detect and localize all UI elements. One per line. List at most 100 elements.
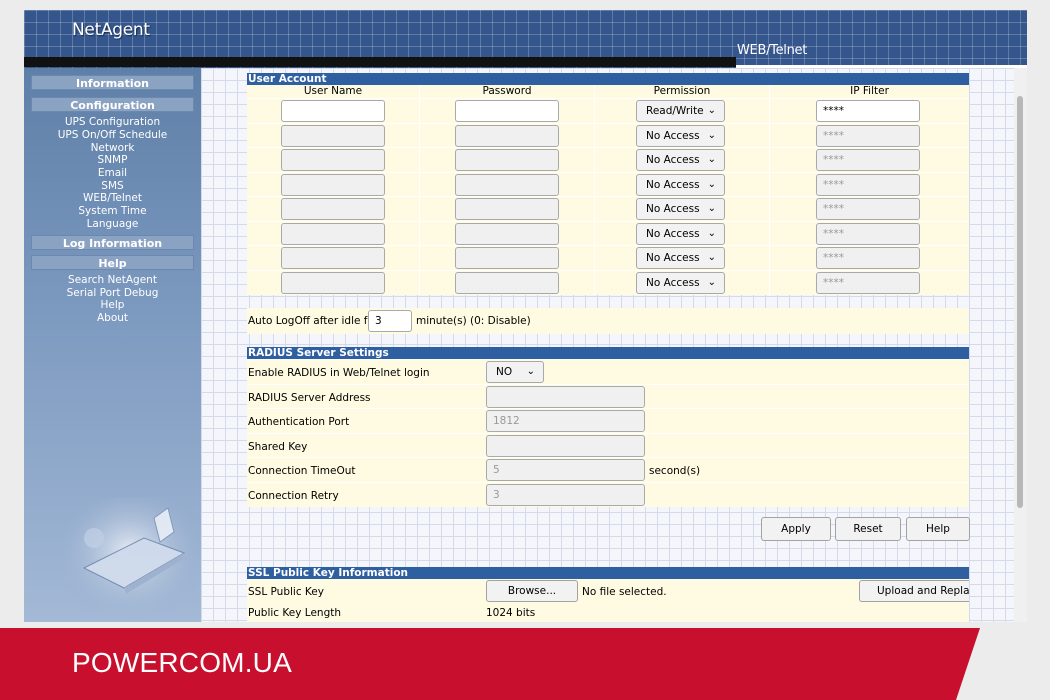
help-button[interactable]: Help <box>906 517 970 541</box>
user-row: No Access ⌄ **** <box>247 196 969 221</box>
brand-label: POWERCOM.UA <box>72 647 292 678</box>
ip-filter-input[interactable]: **** <box>816 124 920 147</box>
upload-replace-button[interactable]: Upload and Replac <box>859 580 969 602</box>
radius-enable-select[interactable]: NO ⌄ <box>486 361 544 383</box>
browser-viewport: NetAgent WEB/Telnet Information Configur… <box>24 10 1027 622</box>
chevron-down-icon: ⌄ <box>707 105 716 116</box>
timeout-input[interactable]: 5 <box>486 459 645 481</box>
permission-value: No Access <box>646 129 700 142</box>
user-row: No Access ⌄ **** <box>247 220 969 246</box>
sidebar-item-network[interactable]: Network <box>24 142 201 155</box>
user-name-input[interactable] <box>281 247 385 269</box>
sidebar-item-snmp[interactable]: SNMP <box>24 154 201 167</box>
permission-value: No Access <box>646 227 700 240</box>
retry-input[interactable]: 3 <box>486 483 645 506</box>
user-name-input[interactable] <box>281 271 385 294</box>
user-row: No Access ⌄ **** <box>247 269 969 295</box>
sidebar-item-system-time[interactable]: System Time <box>24 205 201 218</box>
col-user-name: User Name <box>303 85 363 97</box>
reset-button[interactable]: Reset <box>835 517 901 541</box>
chevron-down-icon: ⌄ <box>707 129 716 141</box>
sidebar-item-ups-configuration[interactable]: UPS Configuration <box>24 116 201 129</box>
app-header: NetAgent WEB/Telnet <box>24 10 1027 68</box>
scrollbar-thumb[interactable] <box>1017 96 1023 508</box>
auto-logoff-label: Auto LogOff after idle for <box>248 315 379 327</box>
sidebar-item-search-netagent[interactable]: Search NetAgent <box>24 274 201 287</box>
sidebar-item-serial-port-debug[interactable]: Serial Port Debug <box>24 287 201 300</box>
sidebar-item-about[interactable]: About <box>24 312 201 325</box>
retry-label: Connection Retry <box>248 489 339 502</box>
auth-port-label: Authentication Port <box>248 416 350 428</box>
sidebar-item-web-telnet[interactable]: WEB/Telnet <box>24 192 201 205</box>
radius-enable-value: NO <box>496 366 513 378</box>
chevron-down-icon: ⌄ <box>707 178 716 190</box>
password-input[interactable] <box>455 247 559 269</box>
user-name-input[interactable] <box>281 198 385 220</box>
shared-key-input[interactable] <box>486 434 645 457</box>
netagent-logo: NetAgent <box>72 20 150 40</box>
radius-enable-label: Enable RADIUS in Web/Telnet login <box>248 367 430 379</box>
ip-filter-input[interactable]: **** <box>816 149 920 171</box>
auth-port-input[interactable]: 1812 <box>486 410 645 432</box>
browse-button[interactable]: Browse... <box>486 580 578 602</box>
ip-filter-input[interactable]: **** <box>816 173 920 196</box>
file-status: No file selected. <box>582 586 667 598</box>
permission-value: No Access <box>646 203 700 215</box>
permission-select[interactable]: No Access ⌄ <box>636 247 725 269</box>
permission-select[interactable]: No Access ⌄ <box>636 198 725 220</box>
ip-filter-input[interactable]: **** <box>816 247 920 269</box>
timeout-label: Connection TimeOut <box>248 465 356 477</box>
sidebar-help[interactable]: Help <box>31 255 194 270</box>
sidebar-item-language[interactable]: Language <box>24 218 201 231</box>
sidebar-information[interactable]: Information <box>31 75 194 90</box>
radius-shared-key-row: Shared Key <box>247 432 969 458</box>
chevron-down-icon: ⌄ <box>707 276 716 288</box>
password-input[interactable] <box>455 124 559 147</box>
auto-logoff-panel: Auto LogOff after idle for 3 minute(s) (… <box>247 308 969 334</box>
radius-server-label: RADIUS Server Address <box>248 391 371 404</box>
radius-retry-row: Connection Retry 3 <box>247 481 969 507</box>
password-input[interactable] <box>455 173 559 196</box>
user-name-input[interactable] <box>281 222 385 245</box>
sidebar-item-email[interactable]: Email <box>24 167 201 180</box>
apply-button[interactable]: Apply <box>761 517 831 541</box>
password-input[interactable] <box>455 100 559 122</box>
user-row: No Access ⌄ **** <box>247 245 969 270</box>
sidebar-log-information[interactable]: Log Information <box>31 235 194 250</box>
password-input[interactable] <box>455 198 559 220</box>
key-length-label: Public Key Length <box>248 607 342 619</box>
permission-select[interactable]: No Access ⌄ <box>636 222 725 245</box>
radius-enable-row: Enable RADIUS in Web/Telnet login NO ⌄ <box>247 359 969 384</box>
permission-select[interactable]: Read/Write ⌄ <box>636 100 725 122</box>
sidebar-item-help[interactable]: Help <box>24 299 201 312</box>
ip-filter-input[interactable]: **** <box>816 222 920 245</box>
col-password: Password <box>482 85 532 97</box>
user-name-input[interactable] <box>281 149 385 171</box>
sidebar-item-ups-schedule[interactable]: UPS On/Off Schedule <box>24 129 201 142</box>
chevron-down-icon: ⌄ <box>707 154 716 165</box>
user-account-panel: User Name Password Permission IP Filter … <box>247 85 969 295</box>
password-input[interactable] <box>455 271 559 294</box>
chevron-down-icon: ⌄ <box>526 366 535 377</box>
permission-select[interactable]: No Access ⌄ <box>636 149 725 171</box>
ip-filter-input[interactable]: **** <box>816 271 920 294</box>
user-name-input[interactable] <box>281 124 385 147</box>
user-name-input[interactable] <box>281 100 385 122</box>
user-name-input[interactable] <box>281 173 385 196</box>
sidebar-configuration[interactable]: Configuration <box>31 97 194 112</box>
password-input[interactable] <box>455 149 559 171</box>
permission-select[interactable]: No Access ⌄ <box>636 173 725 196</box>
radius-panel: Enable RADIUS in Web/Telnet login NO ⌄ RA… <box>247 359 969 507</box>
permission-select[interactable]: No Access ⌄ <box>636 124 725 147</box>
permission-select[interactable]: No Access ⌄ <box>636 271 725 294</box>
ip-filter-input[interactable]: **** <box>816 198 920 220</box>
auto-logoff-input[interactable]: 3 <box>368 310 412 332</box>
ip-filter-input[interactable]: **** <box>816 100 920 122</box>
password-input[interactable] <box>455 222 559 245</box>
header-divider <box>24 57 736 67</box>
sidebar-item-sms[interactable]: SMS <box>24 180 201 193</box>
chevron-down-icon: ⌄ <box>707 203 716 214</box>
user-row: No Access ⌄ **** <box>247 147 969 172</box>
radius-server-row: RADIUS Server Address <box>247 383 969 409</box>
radius-server-input[interactable] <box>486 385 645 408</box>
